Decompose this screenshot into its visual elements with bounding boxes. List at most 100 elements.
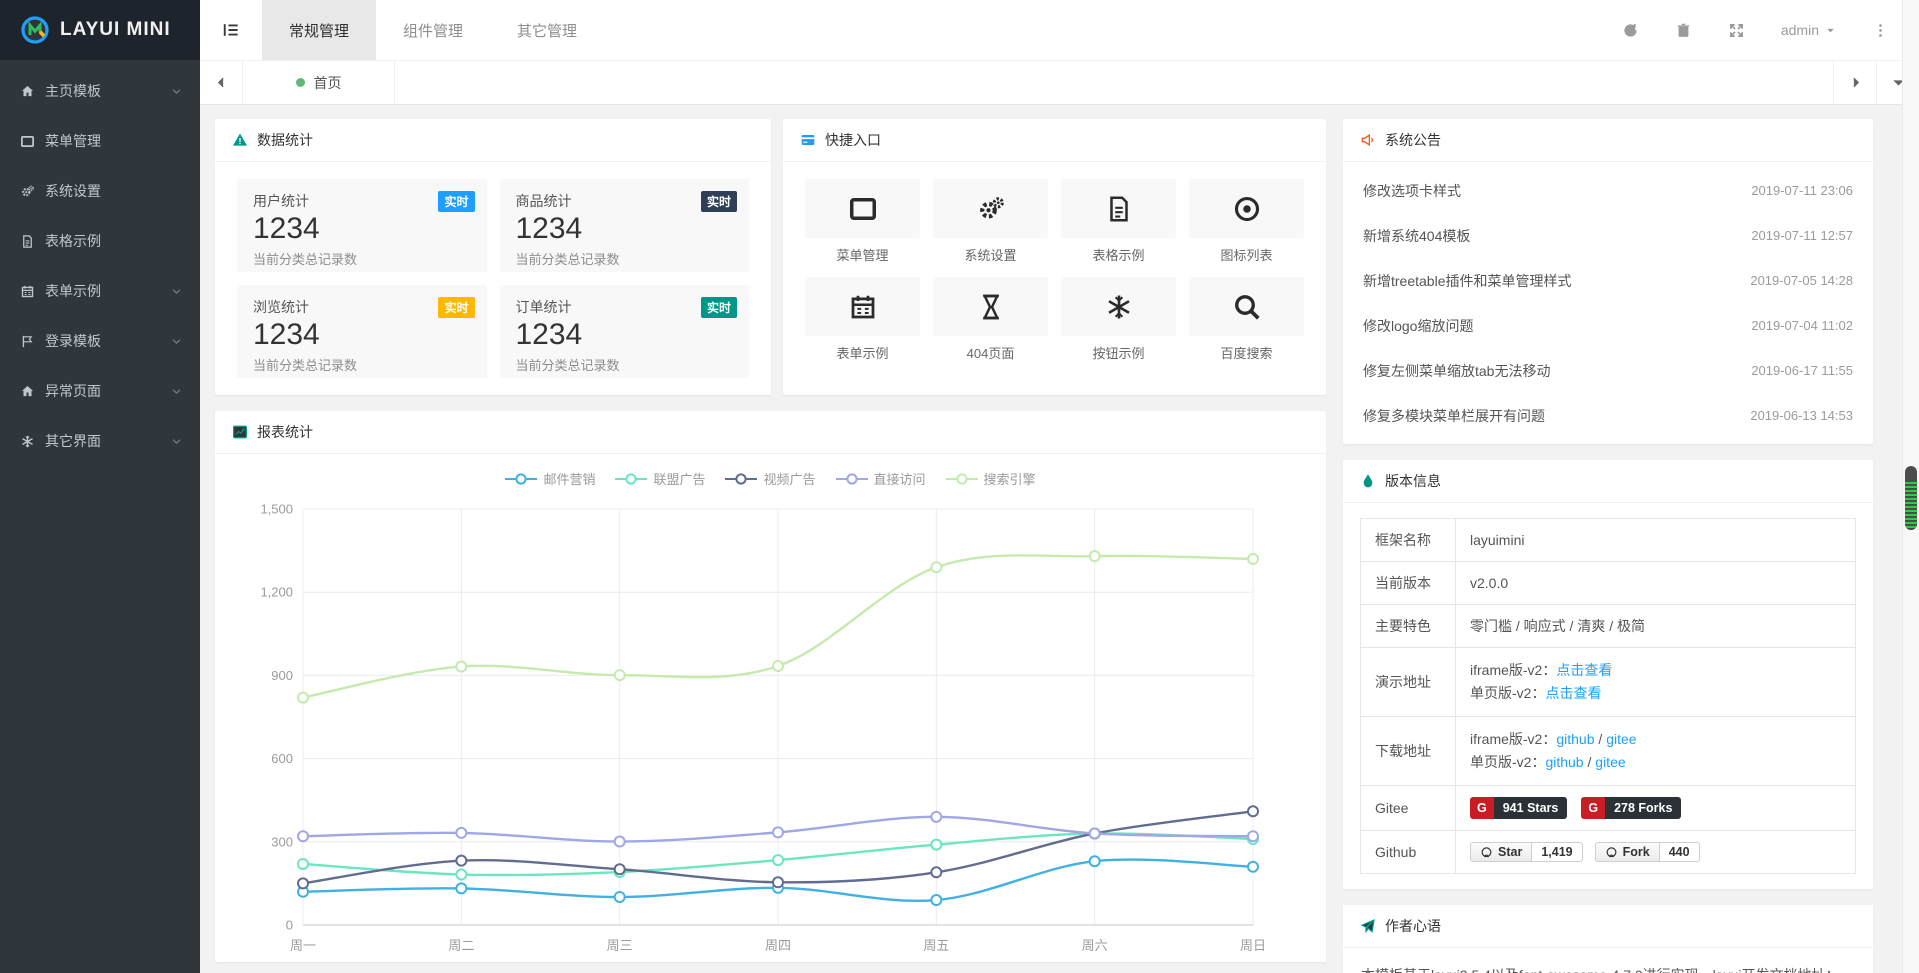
warning-triangle-icon xyxy=(232,132,248,148)
page-scrollbar[interactable] xyxy=(1902,0,1919,973)
version-row-label: 演示地址 xyxy=(1361,648,1456,717)
module-tab-常规管理[interactable]: 常规管理 xyxy=(262,0,376,60)
link-github[interactable]: github xyxy=(1545,754,1583,770)
calendar-icon xyxy=(848,292,878,322)
fullscreen-button[interactable] xyxy=(1728,22,1745,39)
link-gitee[interactable]: gitee xyxy=(1595,754,1625,770)
sidebar-item-表单示例[interactable]: 表单示例 xyxy=(0,266,200,316)
top-header: 常规管理组件管理其它管理 xyxy=(200,0,1919,60)
author-card: 作者心语 本模板基于layui2.5.4以及font-awesome-4.7.0… xyxy=(1343,905,1873,973)
link-点击查看[interactable]: 点击查看 xyxy=(1545,685,1601,701)
notice-text: 新增系统404模板 xyxy=(1363,226,1470,246)
gitee-badge[interactable]: G278 Forks xyxy=(1581,797,1681,819)
version-card-title: 版本信息 xyxy=(1385,471,1441,491)
scrollbar-thumb[interactable] xyxy=(1905,466,1917,530)
legend-item-直接访问[interactable]: 直接访问 xyxy=(836,469,926,488)
clear-cache-button[interactable] xyxy=(1675,22,1692,39)
notice-text: 新增treetable插件和菜单管理样式 xyxy=(1363,271,1571,291)
notice-card: 系统公告 修改选项卡样式 2019-07-11 23:06 新增系统404模板 … xyxy=(1343,119,1873,444)
user-menu[interactable]: admin xyxy=(1781,22,1836,38)
stats-card-title: 数据统计 xyxy=(257,130,313,150)
sidebar-item-主页模板[interactable]: 主页模板 xyxy=(0,66,200,116)
notice-item[interactable]: 新增treetable插件和菜单管理样式 2019-07-05 14:28 xyxy=(1343,258,1873,303)
module-tab-其它管理[interactable]: 其它管理 xyxy=(490,0,604,60)
dots-vertical-icon xyxy=(1872,22,1889,39)
quick-entry-404页面[interactable]: 404页面 xyxy=(933,277,1048,375)
sidebar-item-异常页面[interactable]: 异常页面 xyxy=(0,366,200,416)
window-icon xyxy=(20,134,35,149)
sidebar-item-label: 主页模板 xyxy=(45,81,101,101)
notice-item[interactable]: 修改选项卡样式 2019-07-11 23:06 xyxy=(1343,168,1873,213)
sidebar-item-菜单管理[interactable]: 菜单管理 xyxy=(0,116,200,166)
quick-entry-图标列表[interactable]: 图标列表 xyxy=(1189,179,1304,277)
gitee-badge[interactable]: G941 Stars xyxy=(1470,797,1567,819)
refresh-button[interactable] xyxy=(1622,22,1639,39)
link-github[interactable]: github xyxy=(1556,731,1594,747)
sidebar-item-系统设置[interactable]: 系统设置 xyxy=(0,166,200,216)
content-area: 数据统计 用户统计 1234 当前分类总记录数 实时 商品统计 1234 当前分… xyxy=(200,105,1919,973)
notice-item[interactable]: 修复多模块菜单栏展开有问题 2019-06-13 14:53 xyxy=(1343,393,1873,438)
stat-box-用户统计[interactable]: 用户统计 1234 当前分类总记录数 实时 xyxy=(237,179,487,272)
quick-entry-tile[interactable] xyxy=(805,277,920,336)
more-menu-button[interactable] xyxy=(1872,22,1889,39)
realtime-badge: 实时 xyxy=(438,191,474,212)
stat-desc: 当前分类总记录数 xyxy=(516,249,734,268)
quick-entry-tile[interactable] xyxy=(805,179,920,238)
version-row: 当前版本v2.0.0 xyxy=(1361,562,1856,605)
legend-item-联盟广告[interactable]: 联盟广告 xyxy=(615,469,705,488)
quick-entry-tile[interactable] xyxy=(1061,277,1176,336)
module-tab-组件管理[interactable]: 组件管理 xyxy=(376,0,490,60)
github-Fork-button[interactable]: Fork xyxy=(1595,842,1660,862)
report-chart[interactable]: 周一周二周三周四周五周六周日03006009001,2001,500 xyxy=(215,490,1326,962)
quick-entry-tile[interactable] xyxy=(933,277,1048,336)
quick-entry-tile[interactable] xyxy=(1189,277,1304,336)
notice-item[interactable]: 修改logo缩放问题 2019-07-04 11:02 xyxy=(1343,303,1873,348)
author-card-title: 作者心语 xyxy=(1385,916,1441,936)
sidebar-item-登录模板[interactable]: 登录模板 xyxy=(0,316,200,366)
notice-item[interactable]: 修复左侧菜单缩放tab无法移动 2019-06-17 11:55 xyxy=(1343,348,1873,393)
notice-list: 修改选项卡样式 2019-07-11 23:06 新增系统404模板 2019-… xyxy=(1343,162,1873,444)
version-row: 框架名称layuimini xyxy=(1361,519,1856,562)
link-点击查看[interactable]: 点击查看 xyxy=(1556,662,1612,678)
credit-card-icon xyxy=(800,132,816,148)
version-table-wrap: 框架名称layuimini当前版本v2.0.0主要特色零门槛 / 响应式 / 清… xyxy=(1343,503,1873,889)
github-octocat-icon xyxy=(1480,846,1493,859)
legend-item-搜索引擎[interactable]: 搜索引擎 xyxy=(946,469,1036,488)
quick-entry-菜单管理[interactable]: 菜单管理 xyxy=(805,179,920,277)
link-gitee[interactable]: gitee xyxy=(1606,731,1636,747)
quick-entry-tile[interactable] xyxy=(933,179,1048,238)
tab-home[interactable]: 首页 xyxy=(243,61,395,104)
quick-entry-label: 按钮示例 xyxy=(1061,343,1176,362)
stat-box-商品统计[interactable]: 商品统计 1234 当前分类总记录数 实时 xyxy=(500,179,750,272)
report-card-title: 报表统计 xyxy=(257,422,313,442)
version-row: 主要特色零门槛 / 响应式 / 清爽 / 极简 xyxy=(1361,605,1856,648)
version-row: GithubStar1,419Fork440 xyxy=(1361,831,1856,874)
github-Star-count[interactable]: 1,419 xyxy=(1532,842,1582,862)
sidebar-item-表格示例[interactable]: 表格示例 xyxy=(0,216,200,266)
quick-entry-百度搜索[interactable]: 百度搜索 xyxy=(1189,277,1304,375)
tab-scroll-right-button[interactable] xyxy=(1833,61,1876,104)
svg-text:周五: 周五 xyxy=(923,938,949,953)
sidebar-item-其它界面[interactable]: 其它界面 xyxy=(0,416,200,466)
github-Star-button[interactable]: Star xyxy=(1470,842,1532,862)
quick-entry-tile[interactable] xyxy=(1061,179,1176,238)
stat-box-订单统计[interactable]: 订单统计 1234 当前分类总记录数 实时 xyxy=(500,285,750,378)
stat-box-浏览统计[interactable]: 浏览统计 1234 当前分类总记录数 实时 xyxy=(237,285,487,378)
quick-entry-按钮示例[interactable]: 按钮示例 xyxy=(1061,277,1176,375)
quick-entry-表格示例[interactable]: 表格示例 xyxy=(1061,179,1176,277)
quick-entry-表单示例[interactable]: 表单示例 xyxy=(805,277,920,375)
sidebar-item-label: 菜单管理 xyxy=(45,131,101,151)
collapse-menu-button[interactable] xyxy=(200,0,262,60)
quick-entry-系统设置[interactable]: 系统设置 xyxy=(933,179,1048,277)
legend-item-邮件营销[interactable]: 邮件营销 xyxy=(505,469,595,488)
svg-text:1,200: 1,200 xyxy=(260,585,293,600)
chevron-down-icon xyxy=(171,286,182,297)
github-Fork-count[interactable]: 440 xyxy=(1660,842,1700,862)
tab-scroll-left-button[interactable] xyxy=(200,61,243,104)
quick-entry-tile[interactable] xyxy=(1189,179,1304,238)
chevron-down-icon xyxy=(171,436,182,447)
notice-item[interactable]: 新增系统404模板 2019-07-11 12:57 xyxy=(1343,213,1873,258)
version-row-label: 框架名称 xyxy=(1361,519,1456,562)
app-logo[interactable]: LAYUI MINI xyxy=(0,0,200,60)
legend-item-视频广告[interactable]: 视频广告 xyxy=(725,469,815,488)
